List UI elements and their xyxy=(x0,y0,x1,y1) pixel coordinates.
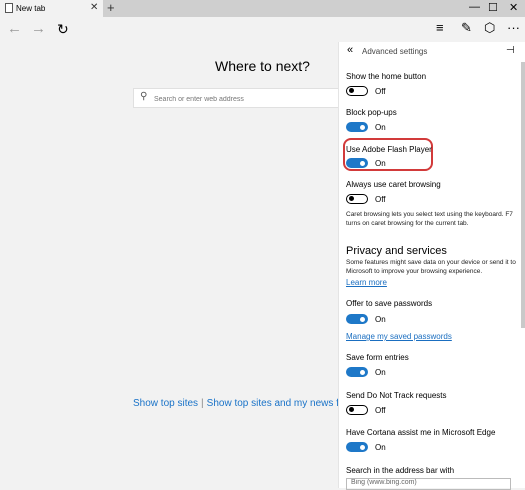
search-input[interactable] xyxy=(152,91,366,107)
caret-description: Caret browsing lets you select text usin… xyxy=(346,211,513,227)
refresh-icon[interactable]: ↻ xyxy=(57,21,69,38)
form-entries-state: On xyxy=(375,368,386,377)
privacy-section-title: Privacy and services xyxy=(346,245,447,257)
cortana-toggle[interactable] xyxy=(346,442,368,452)
link-separator: | xyxy=(201,398,204,409)
save-passwords-toggle[interactable] xyxy=(346,314,368,324)
close-window-icon[interactable]: ✕ xyxy=(509,1,518,14)
search-engine-dropdown[interactable]: Bing (www.bing.com) xyxy=(346,478,511,490)
hub-icon[interactable]: ≡ xyxy=(436,20,444,35)
new-tab-plus-icon[interactable]: + xyxy=(107,0,115,15)
maximize-icon[interactable]: ☐ xyxy=(488,1,498,14)
form-entries-label: Save form entries xyxy=(346,353,409,362)
page-icon xyxy=(5,3,13,13)
navigation-bar: ← → ↻ ≡ ✎ ⬡ ··· xyxy=(0,17,525,42)
title-bar: New tab ✕ + — ☐ ✕ xyxy=(0,0,525,17)
show-home-state: Off xyxy=(375,87,386,96)
learn-more-link[interactable]: Learn more xyxy=(346,278,387,287)
save-passwords-label: Offer to save passwords xyxy=(346,299,433,308)
new-tab-page: Where to next? ⚲ Show top sites|Show top… xyxy=(0,42,373,488)
toggle-knob xyxy=(360,316,365,322)
caret-label: Always use caret browsing xyxy=(346,180,441,189)
pin-icon[interactable]: ⊣ xyxy=(506,45,515,56)
cortana-label: Have Cortana assist me in Microsoft Edge xyxy=(346,428,496,437)
top-sites-links: Show top sites | Show top sites and my new… xyxy=(133,398,356,409)
block-popups-toggle[interactable] xyxy=(346,122,368,132)
show-home-toggle[interactable] xyxy=(346,86,368,96)
forward-arrow-icon[interactable]: → xyxy=(31,20,46,37)
minimize-icon[interactable]: — xyxy=(469,1,480,13)
tab-title: New tab xyxy=(16,4,46,13)
panel-title: Advanced settings xyxy=(362,47,428,56)
do-not-track-toggle[interactable] xyxy=(346,405,368,415)
show-top-sites-link[interactable]: Show top sites xyxy=(133,398,198,409)
toggle-knob xyxy=(349,407,354,412)
flash-toggle[interactable] xyxy=(346,158,368,168)
panel-header: « Advanced settings ⊣ xyxy=(339,42,525,62)
flash-state: On xyxy=(375,159,386,168)
privacy-description: Some features might save data on your de… xyxy=(346,259,516,275)
toggle-knob xyxy=(360,124,365,130)
show-home-label: Show the home button xyxy=(346,72,427,81)
block-popups-state: On xyxy=(375,123,386,132)
toggle-knob xyxy=(349,196,354,201)
toggle-knob xyxy=(360,160,365,166)
block-popups-label: Block pop-ups xyxy=(346,108,397,117)
toggle-knob xyxy=(360,444,365,450)
cortana-state: On xyxy=(375,443,386,452)
save-passwords-state: On xyxy=(375,315,386,324)
do-not-track-label: Send Do Not Track requests xyxy=(346,391,447,400)
manage-passwords-link[interactable]: Manage my saved passwords xyxy=(346,332,452,341)
advanced-settings-panel: « Advanced settings ⊣ Show the home butt… xyxy=(338,42,525,490)
search-engine-label: Search in the address bar with xyxy=(346,466,455,475)
toggle-knob xyxy=(349,88,354,93)
search-icon: ⚲ xyxy=(140,91,148,102)
tab-new-tab[interactable]: New tab ✕ xyxy=(0,0,103,17)
scrollbar[interactable] xyxy=(521,62,525,328)
caret-state: Off xyxy=(375,195,386,204)
form-entries-toggle[interactable] xyxy=(346,367,368,377)
caret-toggle[interactable] xyxy=(346,194,368,204)
more-icon[interactable]: ··· xyxy=(507,20,520,35)
do-not-track-state: Off xyxy=(375,406,386,415)
close-tab-icon[interactable]: ✕ xyxy=(90,2,98,13)
web-note-icon[interactable]: ✎ xyxy=(461,20,472,36)
back-chevron-icon[interactable]: « xyxy=(347,44,353,56)
address-search-box[interactable]: ⚲ xyxy=(133,88,373,108)
share-icon[interactable]: ⬡ xyxy=(484,20,495,36)
toggle-knob xyxy=(360,369,365,375)
back-arrow-icon[interactable]: ← xyxy=(7,20,22,37)
show-top-sites-news-link[interactable]: Show top sites and my news feed xyxy=(207,398,356,409)
flash-label: Use Adobe Flash Player xyxy=(346,145,432,154)
